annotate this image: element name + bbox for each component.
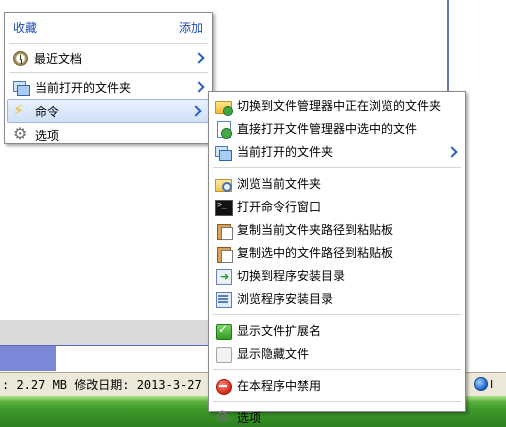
menu-group: 在本程序中禁用 xyxy=(209,372,465,399)
menu-group: 显示文件扩展名 显示隐藏文件 xyxy=(209,317,465,367)
clock-icon xyxy=(13,50,28,66)
menu-item-open-folders[interactable]: 当前打开的文件夹 xyxy=(209,140,465,163)
menu-group: 选项 xyxy=(209,404,465,427)
folders-icon xyxy=(13,79,30,96)
menu-item-label: 直接打开文件管理器中选中的文件 xyxy=(237,122,418,136)
menu-item-label: 复制当前文件夹路径到粘贴板 xyxy=(237,223,394,237)
menu-item-label: 选项 xyxy=(35,128,60,143)
menu-item-commands[interactable]: 命令 xyxy=(7,99,210,123)
chevron-right-icon xyxy=(194,81,204,93)
menu-item-label: 选项 xyxy=(237,411,262,425)
menu-item-label: 复制选中的文件路径到粘贴板 xyxy=(237,246,394,260)
menu-item-disable-in-program[interactable]: 在本程序中禁用 xyxy=(209,374,465,397)
background-panel xyxy=(0,320,230,345)
folder-switch-icon xyxy=(215,98,233,116)
scrollbar-thumb[interactable] xyxy=(0,345,56,371)
clipboard-icon xyxy=(215,245,233,263)
menu-separator xyxy=(213,369,461,370)
menu-item-label: 显示隐藏文件 xyxy=(237,347,310,361)
menu-separator xyxy=(213,314,461,315)
menu-item-recent-documents[interactable]: 最近文档 xyxy=(5,46,212,70)
menu-item-show-extensions[interactable]: 显示文件扩展名 xyxy=(209,319,465,342)
menu-item-label: 打开命令行窗口 xyxy=(237,200,322,214)
menu-item-label: 最近文档 xyxy=(34,51,83,66)
gear-icon xyxy=(215,407,231,426)
menu-item-goto-app-dir[interactable]: 切换到程序安装目录 xyxy=(209,264,465,287)
menu-item-label: 浏览程序安装目录 xyxy=(237,292,334,306)
command-submenu: 切换到文件管理器中正在浏览的文件夹 直接打开文件管理器中选中的文件 当前打开的文… xyxy=(208,91,466,426)
lightning-icon xyxy=(13,101,29,119)
favorites-title: 收藏 xyxy=(13,20,38,35)
menu-item-switch-to-browsing-folder[interactable]: 切换到文件管理器中正在浏览的文件夹 xyxy=(209,94,465,117)
menu-item-open-folders[interactable]: 当前打开的文件夹 xyxy=(5,75,212,99)
menu-separator xyxy=(9,72,208,73)
browse-folder-icon xyxy=(215,176,232,192)
menu-item-label: 切换到文件管理器中正在浏览的文件夹 xyxy=(237,99,442,113)
command-prompt-icon xyxy=(215,199,233,216)
chevron-right-icon xyxy=(447,146,457,158)
globe-icon[interactable] xyxy=(474,377,488,391)
menu-item-open-command-prompt[interactable]: 打开命令行窗口 xyxy=(209,195,465,218)
chevron-right-icon xyxy=(194,52,204,64)
menu-separator xyxy=(213,401,461,402)
menu-group: 浏览当前文件夹 打开命令行窗口 复制当前文件夹路径到粘贴板 复制选中的文件路径到… xyxy=(209,170,465,312)
menu-item-options[interactable]: 选项 xyxy=(5,123,212,147)
menu-item-label: 浏览当前文件夹 xyxy=(237,177,322,191)
chevron-right-icon xyxy=(191,105,201,117)
menu-item-browse-current-folder[interactable]: 浏览当前文件夹 xyxy=(209,172,465,195)
menu-group: 切换到文件管理器中正在浏览的文件夹 直接打开文件管理器中选中的文件 当前打开的文… xyxy=(209,92,465,165)
clipboard-icon xyxy=(215,222,233,240)
tray-text: I xyxy=(490,377,494,391)
browse-app-dir-icon xyxy=(215,291,232,308)
menu-item-copy-folder-path[interactable]: 复制当前文件夹路径到粘贴板 xyxy=(209,218,465,241)
menu-item-label: 在本程序中禁用 xyxy=(237,379,322,393)
folders-icon xyxy=(215,144,232,161)
menu-item-options[interactable]: 选项 xyxy=(209,406,465,427)
menu-item-label: 显示文件扩展名 xyxy=(237,324,322,338)
menu-item-open-selected-file[interactable]: 直接打开文件管理器中选中的文件 xyxy=(209,117,465,140)
gear-icon xyxy=(13,124,29,143)
goto-app-dir-icon xyxy=(215,268,232,285)
favorites-menu: 收藏 添加 最近文档 当前打开的文件夹 命令 选项 xyxy=(4,12,213,144)
checkbox-empty-icon[interactable] xyxy=(215,346,232,363)
menu-item-show-hidden-files[interactable]: 显示隐藏文件 xyxy=(209,342,465,365)
menu-item-label: 当前打开的文件夹 xyxy=(35,80,132,95)
menu-separator xyxy=(9,43,208,44)
disable-icon xyxy=(215,378,232,395)
checkbox-checked-icon[interactable] xyxy=(215,322,232,340)
add-favorite-link[interactable]: 添加 xyxy=(179,19,203,36)
menu-item-browse-app-dir[interactable]: 浏览程序安装目录 xyxy=(209,287,465,310)
open-file-icon xyxy=(215,120,232,139)
menu-item-copy-file-path[interactable]: 复制选中的文件路径到粘贴板 xyxy=(209,241,465,264)
menu-item-label: 切换到程序安装目录 xyxy=(237,269,346,283)
menu-item-label: 当前打开的文件夹 xyxy=(237,145,334,159)
menu-item-label: 命令 xyxy=(35,104,60,119)
menu-separator xyxy=(213,167,461,168)
system-tray[interactable]: I xyxy=(474,374,506,394)
favorites-header: 收藏 添加 xyxy=(5,13,212,41)
